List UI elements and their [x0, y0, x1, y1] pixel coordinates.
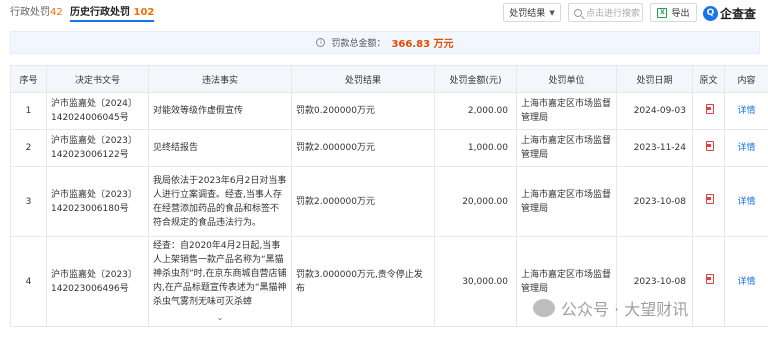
row-fact: 经查：自2020年4月2日起,当事人上架销售一款产品名称为“黑猫神杀虫剂”时,在… [153, 240, 287, 307]
watermark-text: 公众号 · 大望财讯 [561, 300, 689, 319]
row-content: 详情 [724, 236, 768, 327]
row-amount: 20,000.00 [434, 166, 517, 237]
detail-link[interactable]: 详情 [737, 143, 755, 153]
detail-link[interactable]: 详情 [737, 197, 755, 207]
row-content: 详情 [724, 129, 768, 167]
pdf-icon[interactable] [705, 140, 714, 151]
row-doc: 沪市监嘉处〔2023〕142023006496号 [46, 236, 149, 327]
row-fact: 对能效等级作虚假宣传 [148, 92, 292, 130]
row-content: 详情 [724, 166, 768, 237]
total-fine-summary: i 罚款总金额： 366.83 万元 [10, 31, 760, 54]
tab-label: 行政处罚 [10, 7, 50, 18]
search-icon [574, 8, 582, 17]
penalty-result-filter[interactable]: 处罚结果 ▼ [503, 3, 561, 22]
row-doc: 沪市监嘉处〔2024〕142024006045号 [46, 92, 149, 130]
search-input[interactable]: 点击进行搜索 [568, 3, 643, 22]
pdf-icon[interactable] [705, 274, 714, 284]
row-no: 1 [10, 92, 47, 130]
col-header-result: 处罚结果 [291, 65, 435, 93]
col-header-date: 处罚日期 [616, 65, 693, 93]
row-date: 2023-11-24 [616, 129, 693, 167]
col-header-unit: 处罚单位 [516, 65, 617, 93]
caret-down-icon: ▼ [549, 8, 555, 17]
col-header-amount: 处罚金额(元) [434, 65, 517, 93]
row-fact: 见终结报告 [148, 129, 292, 167]
row-unit: 上海市嘉定区市场监督管理局 [516, 92, 617, 130]
row-fact-cell: 经查：自2020年4月2日起,当事人上架销售一款产品名称为“黑猫神杀虫剂”时,在… [148, 236, 292, 327]
penalty-table: 序号 决定书文号 违法事实 处罚结果 处罚金额(元) 处罚单位 处罚日期 原文 … [10, 65, 768, 327]
row-doc: 沪市监嘉处〔2023〕142023006122号 [46, 129, 149, 167]
total-fine-amount: 366.83 万元 [391, 39, 454, 50]
row-result: 罚款2.000000万元 [291, 166, 435, 237]
row-content: 详情 [724, 92, 768, 130]
row-no: 2 [10, 129, 47, 167]
col-header-fact: 违法事实 [148, 65, 292, 93]
col-header-doc: 决定书文号 [46, 65, 149, 93]
expand-chevron-icon[interactable]: ⌄ [217, 311, 224, 325]
row-amount: 1,000.00 [434, 129, 517, 167]
total-fine-label: 罚款总金额： [331, 39, 386, 49]
row-fact: 我局依法于2023年6月2日对当事人进行立案调查。经查,当事人存在经营添加药品的… [148, 166, 292, 237]
table-row: 2 沪市监嘉处〔2023〕142023006122号 见终结报告 罚款2.000… [10, 129, 768, 167]
table-header-row: 序号 决定书文号 违法事实 处罚结果 处罚金额(元) 处罚单位 处罚日期 原文 … [10, 65, 768, 93]
row-no: 3 [10, 166, 47, 237]
tab-history-admin-penalty[interactable]: 历史行政处罚 102 [70, 4, 155, 22]
wechat-icon [533, 299, 555, 317]
row-amount: 2,000.00 [434, 92, 517, 130]
info-icon: i [316, 38, 326, 47]
pdf-icon[interactable] [705, 194, 714, 204]
export-button[interactable]: X 导出 [650, 3, 697, 22]
row-original[interactable] [692, 92, 725, 130]
row-result: 罚款2.000000万元 [291, 129, 435, 167]
row-no: 4 [10, 236, 47, 327]
tab-admin-penalty[interactable]: 行政处罚42 [10, 4, 63, 22]
row-original[interactable] [692, 166, 725, 237]
table-row: 1 沪市监嘉处〔2024〕142024006045号 对能效等级作虚假宣传 罚款… [10, 92, 768, 130]
top-bar: 行政处罚42 历史行政处罚 102 处罚结果 ▼ 点击进行搜索 X 导出 Q 企… [0, 0, 768, 26]
logo-mark-icon: Q [703, 5, 718, 21]
row-result: 罚款3.000000万元,责令停止发布 [291, 236, 435, 327]
qichacha-logo: Q 企查查 [703, 3, 756, 23]
row-amount: 30,000.00 [434, 236, 517, 327]
pdf-icon[interactable] [705, 103, 714, 114]
row-result: 罚款0.200000万元 [291, 92, 435, 130]
tab-label: 历史行政处罚 [70, 7, 130, 18]
tab-count: 42 [50, 7, 63, 18]
excel-icon: X [657, 7, 668, 18]
row-unit: 上海市嘉定区市场监督管理局 [516, 129, 617, 167]
row-doc: 沪市监嘉处〔2023〕142023006180号 [46, 166, 149, 237]
table-row: 3 沪市监嘉处〔2023〕142023006180号 我局依法于2023年6月2… [10, 166, 768, 237]
row-unit: 上海市嘉定区市场监督管理局 [516, 166, 617, 237]
search-placeholder: 点击进行搜索 [586, 9, 641, 19]
detail-link[interactable]: 详情 [737, 106, 755, 116]
col-header-content: 内容 [724, 65, 768, 93]
row-original[interactable] [692, 129, 725, 167]
fact-clip: 经查：自2020年4月2日起,当事人上架销售一款产品名称为“黑猫神杀虫剂”时,在… [153, 239, 287, 325]
wechat-watermark: 公众号 · 大望财讯 [533, 296, 688, 320]
logo-text: 企查查 [720, 6, 757, 21]
row-original[interactable] [692, 236, 725, 327]
row-date: 2023-10-08 [616, 166, 693, 237]
col-header-no: 序号 [10, 65, 47, 93]
row-date: 2024-09-03 [616, 92, 693, 130]
export-label: 导出 [671, 9, 690, 19]
filter-label: 处罚结果 [509, 9, 546, 19]
col-header-original: 原文 [692, 65, 725, 93]
tab-count: 102 [133, 7, 155, 18]
detail-link[interactable]: 详情 [737, 277, 755, 287]
